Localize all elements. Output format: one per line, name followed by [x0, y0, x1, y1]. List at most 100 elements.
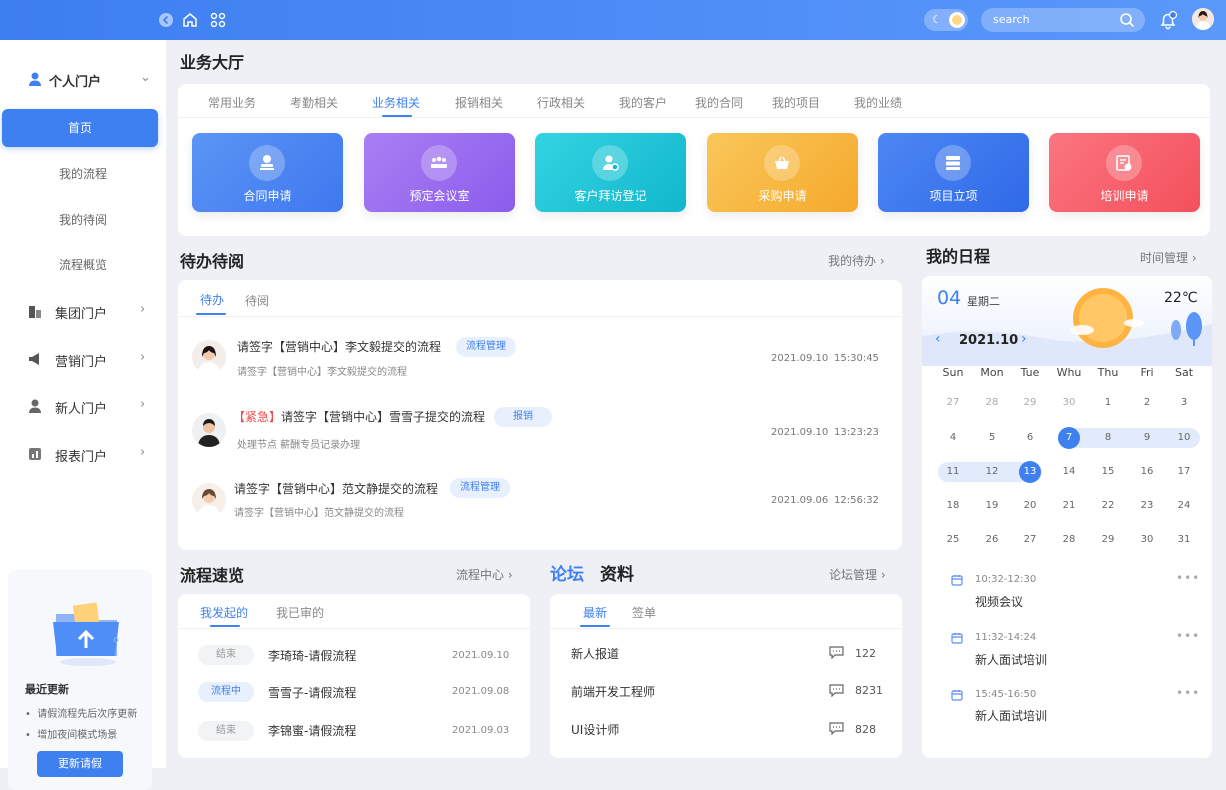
todo-item-time: 13:23:23 — [834, 427, 879, 438]
more-options-icon[interactable]: ••• — [1176, 629, 1200, 643]
calendar-day[interactable]: 1 — [1093, 393, 1123, 413]
search-input[interactable]: search — [981, 8, 1145, 32]
calendar-day[interactable]: 28 — [977, 393, 1007, 413]
card-contract-apply[interactable]: 合同申请 — [192, 133, 343, 212]
calendar-day[interactable]: 27 — [1015, 530, 1045, 550]
sidebar-item-my-flows[interactable]: 我的流程 — [0, 165, 166, 182]
tab-reimbursement[interactable]: 报销相关 — [455, 94, 503, 111]
card-book-meeting-room[interactable]: 预定会议室 — [364, 133, 515, 212]
sidebar-group-corporate[interactable]: 集团门户 › — [0, 296, 166, 326]
tab-signed[interactable]: 签单 — [632, 604, 656, 621]
more-options-icon[interactable]: ••• — [1176, 686, 1200, 700]
sidebar-item-flow-overview[interactable]: 流程概览 — [0, 256, 166, 273]
calendar-day[interactable]: 25 — [938, 530, 968, 550]
seal-icon — [249, 145, 285, 181]
forum-manage-link[interactable]: 论坛管理 › — [829, 566, 886, 583]
apps-grid-icon[interactable] — [209, 11, 227, 29]
tab-contracts[interactable]: 我的合同 — [695, 94, 743, 111]
calendar-day[interactable]: 3 — [1169, 393, 1199, 413]
tab-reviewed[interactable]: 我已审的 — [276, 604, 324, 621]
calendar-day[interactable]: 30 — [1054, 393, 1084, 413]
calendar-day[interactable]: 8 — [1093, 428, 1123, 448]
calendar-day[interactable]: 10 — [1169, 428, 1199, 448]
calendar-day[interactable]: 19 — [977, 496, 1007, 516]
card-label: 预定会议室 — [409, 189, 470, 203]
card-project-setup[interactable]: 项目立项 — [878, 133, 1029, 212]
calendar-day[interactable]: 18 — [938, 496, 968, 516]
search-icon[interactable] — [1119, 12, 1135, 28]
flow-center-link[interactable]: 流程中心 › — [456, 566, 513, 583]
calendar-month: 2021.10 — [959, 333, 1019, 348]
calendar-day[interactable]: 4 — [938, 428, 968, 448]
schedule-panel — [922, 276, 1212, 758]
calendar-day[interactable]: 31 — [1169, 530, 1199, 550]
forum-title[interactable]: 论坛 — [550, 560, 584, 585]
calendar-day[interactable]: 6 — [1015, 428, 1045, 448]
card-purchase-apply[interactable]: 采购申请 — [707, 133, 858, 212]
calendar-day[interactable]: 24 — [1169, 496, 1199, 516]
update-leave-button[interactable]: 更新请假 — [37, 751, 123, 777]
tab-performance[interactable]: 我的业绩 — [854, 94, 902, 111]
business-hall-title: 业务大厅 — [180, 53, 245, 72]
calendar-day[interactable]: 2 — [1132, 393, 1162, 413]
calendar-day[interactable]: 12 — [977, 462, 1007, 482]
calendar-day[interactable]: 23 — [1132, 496, 1162, 516]
calendar-day-selected[interactable]: 7 — [1058, 427, 1080, 449]
calendar-day[interactable]: 9 — [1132, 428, 1162, 448]
prev-month-button[interactable]: ‹ — [935, 331, 941, 347]
sidebar-item-home[interactable]: 首页 — [2, 109, 158, 147]
collapse-icon[interactable] — [157, 11, 175, 29]
card-customer-visit[interactable]: 客户拜访登记 — [535, 133, 686, 212]
materials-title[interactable]: 资料 — [600, 560, 634, 585]
tab-admin[interactable]: 行政相关 — [537, 94, 585, 111]
calendar-day-selected[interactable]: 13 — [1019, 461, 1041, 483]
card-training-apply[interactable]: 培训申请 — [1049, 133, 1200, 212]
calendar-day[interactable]: 20 — [1015, 496, 1045, 516]
tab-initiated[interactable]: 我发起的 — [200, 604, 248, 621]
sidebar-group-personal[interactable]: 个人门户 ⌄ — [0, 64, 166, 94]
todo-item-title: 请签字【营销中心】范文静提交的流程 — [234, 482, 439, 496]
calendar-day[interactable]: 28 — [1054, 530, 1084, 550]
theme-toggle[interactable]: ☾ — [924, 9, 968, 31]
schedule-day: 04 — [937, 287, 962, 309]
calendar-day[interactable]: 21 — [1054, 496, 1084, 516]
bell-icon[interactable] — [1158, 10, 1178, 30]
tab-to-read[interactable]: 待阅 — [245, 292, 269, 309]
calendar-day[interactable]: 17 — [1169, 462, 1199, 482]
tab-customers[interactable]: 我的客户 — [619, 94, 667, 111]
sidebar-group-reports[interactable]: 报表门户 › — [0, 439, 166, 469]
sidebar-group-newcomer[interactable]: 新人门户 › — [0, 391, 166, 421]
calendar-day[interactable]: 16 — [1132, 462, 1162, 482]
calendar-day[interactable]: 30 — [1132, 530, 1162, 550]
home-icon[interactable] — [181, 11, 199, 29]
tab-latest[interactable]: 最新 — [583, 604, 607, 621]
next-month-button[interactable]: › — [1021, 331, 1027, 347]
calendar-day[interactable]: 15 — [1093, 462, 1123, 482]
calendar-day[interactable]: 29 — [1093, 530, 1123, 550]
user-avatar[interactable] — [1192, 8, 1214, 30]
my-todo-link[interactable]: 我的待办 › — [828, 252, 885, 269]
calendar-day[interactable]: 22 — [1093, 496, 1123, 516]
calendar-day[interactable]: 14 — [1054, 462, 1084, 482]
calendar-day[interactable]: 27 — [938, 393, 968, 413]
calendar-day[interactable]: 29 — [1015, 393, 1045, 413]
tab-projects[interactable]: 我的项目 — [772, 94, 820, 111]
time-manage-link[interactable]: 时间管理 › — [1140, 249, 1197, 266]
tab-todo[interactable]: 待办 — [200, 291, 224, 308]
tab-common[interactable]: 常用业务 — [208, 94, 256, 111]
todo-item-title: 【紧急】请签字【营销中心】雪雪子提交的流程 — [233, 410, 486, 424]
calendar-day[interactable]: 5 — [977, 428, 1007, 448]
schedule-weekday: 星期二 — [967, 295, 1000, 308]
weekday-header: Sun — [942, 366, 964, 379]
sidebar-group-marketing[interactable]: 营销门户 › — [0, 344, 166, 374]
calendar-day[interactable]: 26 — [977, 530, 1007, 550]
tab-attendance[interactable]: 考勤相关 — [290, 94, 338, 111]
divider — [550, 628, 902, 629]
forum-topic: 前端开发工程师 — [571, 685, 656, 699]
sidebar-item-my-reading[interactable]: 我的待阅 — [0, 211, 166, 228]
tab-business[interactable]: 业务相关 — [372, 94, 420, 111]
more-options-icon[interactable]: ••• — [1176, 571, 1200, 585]
calendar-day[interactable]: 11 — [938, 462, 968, 482]
event-time: 15:45-16:50 — [975, 689, 1037, 700]
avatar — [192, 483, 226, 517]
